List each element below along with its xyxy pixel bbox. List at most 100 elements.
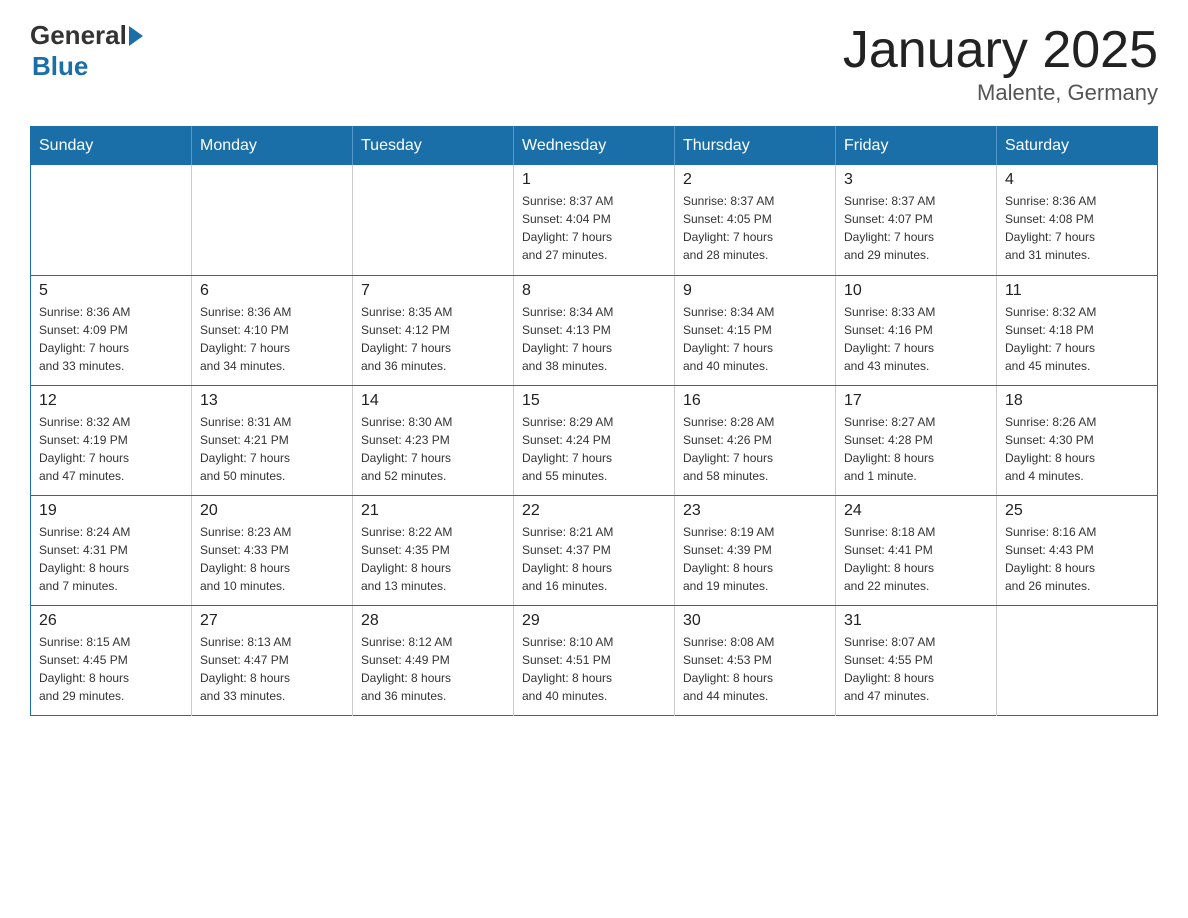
calendar-cell: 24Sunrise: 8:18 AM Sunset: 4:41 PM Dayli… (836, 495, 997, 605)
day-info: Sunrise: 8:37 AM Sunset: 4:07 PM Dayligh… (844, 192, 988, 264)
day-number: 31 (844, 612, 988, 630)
day-info: Sunrise: 8:21 AM Sunset: 4:37 PM Dayligh… (522, 523, 666, 595)
day-info: Sunrise: 8:36 AM Sunset: 4:08 PM Dayligh… (1005, 192, 1149, 264)
day-info: Sunrise: 8:07 AM Sunset: 4:55 PM Dayligh… (844, 633, 988, 705)
calendar-cell: 12 Sunrise: 8:32 AM Sunset: 4:19 PM Dayli… (31, 385, 192, 495)
title-block: January 2025 Malente, Germany (843, 20, 1158, 106)
day-info: Sunrise: 8:34 AM Sunset: 4:15 PM Dayligh… (683, 303, 827, 375)
calendar-cell: 31 Sunrise: 8:07 AM Sunset: 4:55 PM Dayli… (836, 605, 997, 715)
logo-blue-text: Blue (32, 51, 88, 82)
day-number: 18 (1005, 392, 1149, 410)
day-number: 20 (200, 502, 344, 520)
calendar-cell: 7 Sunrise: 8:35 AM Sunset: 4:12 PM Daylig… (353, 275, 514, 385)
weekday-header-row: SundayMondayTuesdayWednesdayThursdayFrid… (31, 127, 1158, 166)
day-number: 2 (683, 171, 827, 189)
weekday-header-saturday: Saturday (997, 127, 1158, 166)
calendar-cell: 8 Sunrise: 8:34 AM Sunset: 4:13 PM Daylig… (514, 275, 675, 385)
day-number: 17 (844, 392, 988, 410)
day-info: Sunrise: 8:34 AM Sunset: 4:13 PM Dayligh… (522, 303, 666, 375)
calendar-cell: 22Sunrise: 8:21 AM Sunset: 4:37 PM Dayli… (514, 495, 675, 605)
day-info: Sunrise: 8:26 AM Sunset: 4:30 PM Dayligh… (1005, 413, 1149, 485)
day-number: 7 (361, 282, 505, 300)
day-info: Sunrise: 8:37 AM Sunset: 4:04 PM Dayligh… (522, 192, 666, 264)
day-info: Sunrise: 8:15 AM Sunset: 4:45 PM Dayligh… (39, 633, 183, 705)
day-number: 10 (844, 282, 988, 300)
calendar-cell: 21 Sunrise: 8:22 AM Sunset: 4:35 PM Dayli… (353, 495, 514, 605)
weekday-header-thursday: Thursday (675, 127, 836, 166)
day-info: Sunrise: 8:29 AM Sunset: 4:24 PM Dayligh… (522, 413, 666, 485)
day-number: 13 (200, 392, 344, 410)
logo-general-text: General (30, 20, 127, 51)
day-number: 4 (1005, 171, 1149, 189)
weekday-header-friday: Friday (836, 127, 997, 166)
day-info: Sunrise: 8:22 AM Sunset: 4:35 PM Dayligh… (361, 523, 505, 595)
day-info: Sunrise: 8:23 AM Sunset: 4:33 PM Dayligh… (200, 523, 344, 595)
day-number: 15 (522, 392, 666, 410)
calendar-cell: 27Sunrise: 8:13 AM Sunset: 4:47 PM Dayli… (192, 605, 353, 715)
day-number: 24 (844, 502, 988, 520)
logo: General Blue (30, 20, 143, 82)
day-info: Sunrise: 8:08 AM Sunset: 4:53 PM Dayligh… (683, 633, 827, 705)
week-row-2: 5 Sunrise: 8:36 AM Sunset: 4:09 PM Daylig… (31, 275, 1158, 385)
calendar-cell: 6 Sunrise: 8:36 AM Sunset: 4:10 PM Daylig… (192, 275, 353, 385)
day-number: 30 (683, 612, 827, 630)
calendar-cell (997, 605, 1158, 715)
calendar-cell (192, 165, 353, 275)
calendar-subtitle: Malente, Germany (843, 80, 1158, 106)
calendar-cell: 10 Sunrise: 8:33 AM Sunset: 4:16 PM Dayli… (836, 275, 997, 385)
calendar-cell: 4 Sunrise: 8:36 AM Sunset: 4:08 PM Daylig… (997, 165, 1158, 275)
weekday-header-monday: Monday (192, 127, 353, 166)
calendar-cell: 15 Sunrise: 8:29 AM Sunset: 4:24 PM Dayli… (514, 385, 675, 495)
calendar-cell: 30 Sunrise: 8:08 AM Sunset: 4:53 PM Dayli… (675, 605, 836, 715)
day-info: Sunrise: 8:36 AM Sunset: 4:09 PM Dayligh… (39, 303, 183, 375)
day-number: 12 (39, 392, 183, 410)
day-info: Sunrise: 8:35 AM Sunset: 4:12 PM Dayligh… (361, 303, 505, 375)
day-info: Sunrise: 8:12 AM Sunset: 4:49 PM Dayligh… (361, 633, 505, 705)
weekday-header-wednesday: Wednesday (514, 127, 675, 166)
calendar-cell: 20 Sunrise: 8:23 AM Sunset: 4:33 PM Dayli… (192, 495, 353, 605)
day-number: 25 (1005, 502, 1149, 520)
day-info: Sunrise: 8:32 AM Sunset: 4:19 PM Dayligh… (39, 413, 183, 485)
day-number: 23 (683, 502, 827, 520)
day-info: Sunrise: 8:13 AM Sunset: 4:47 PM Dayligh… (200, 633, 344, 705)
day-info: Sunrise: 8:31 AM Sunset: 4:21 PM Dayligh… (200, 413, 344, 485)
calendar-cell: 9 Sunrise: 8:34 AM Sunset: 4:15 PM Daylig… (675, 275, 836, 385)
calendar-cell: 13 Sunrise: 8:31 AM Sunset: 4:21 PM Dayli… (192, 385, 353, 495)
calendar-cell: 29 Sunrise: 8:10 AM Sunset: 4:51 PM Dayli… (514, 605, 675, 715)
week-row-3: 12 Sunrise: 8:32 AM Sunset: 4:19 PM Dayli… (31, 385, 1158, 495)
day-info: Sunrise: 8:33 AM Sunset: 4:16 PM Dayligh… (844, 303, 988, 375)
day-number: 11 (1005, 282, 1149, 300)
day-number: 26 (39, 612, 183, 630)
day-info: Sunrise: 8:32 AM Sunset: 4:18 PM Dayligh… (1005, 303, 1149, 375)
day-info: Sunrise: 8:10 AM Sunset: 4:51 PM Dayligh… (522, 633, 666, 705)
day-info: Sunrise: 8:37 AM Sunset: 4:05 PM Dayligh… (683, 192, 827, 264)
weekday-header-sunday: Sunday (31, 127, 192, 166)
calendar-title: January 2025 (843, 20, 1158, 80)
weekday-header-tuesday: Tuesday (353, 127, 514, 166)
day-number: 6 (200, 282, 344, 300)
calendar-cell: 3 Sunrise: 8:37 AM Sunset: 4:07 PM Daylig… (836, 165, 997, 275)
week-row-4: 19Sunrise: 8:24 AM Sunset: 4:31 PM Dayli… (31, 495, 1158, 605)
day-number: 21 (361, 502, 505, 520)
day-number: 5 (39, 282, 183, 300)
day-number: 9 (683, 282, 827, 300)
day-info: Sunrise: 8:27 AM Sunset: 4:28 PM Dayligh… (844, 413, 988, 485)
day-number: 29 (522, 612, 666, 630)
calendar-cell (353, 165, 514, 275)
calendar-cell: 5 Sunrise: 8:36 AM Sunset: 4:09 PM Daylig… (31, 275, 192, 385)
calendar-cell: 2 Sunrise: 8:37 AM Sunset: 4:05 PM Daylig… (675, 165, 836, 275)
calendar-cell: 19Sunrise: 8:24 AM Sunset: 4:31 PM Dayli… (31, 495, 192, 605)
logo-arrow-icon (129, 26, 143, 46)
day-info: Sunrise: 8:28 AM Sunset: 4:26 PM Dayligh… (683, 413, 827, 485)
week-row-1: 1Sunrise: 8:37 AM Sunset: 4:04 PM Daylig… (31, 165, 1158, 275)
day-number: 16 (683, 392, 827, 410)
day-number: 19 (39, 502, 183, 520)
calendar-cell: 18 Sunrise: 8:26 AM Sunset: 4:30 PM Dayli… (997, 385, 1158, 495)
calendar-cell: 28Sunrise: 8:12 AM Sunset: 4:49 PM Dayli… (353, 605, 514, 715)
header: General Blue January 2025 Malente, Germa… (30, 20, 1158, 106)
day-info: Sunrise: 8:36 AM Sunset: 4:10 PM Dayligh… (200, 303, 344, 375)
calendar-cell: 23 Sunrise: 8:19 AM Sunset: 4:39 PM Dayli… (675, 495, 836, 605)
day-number: 3 (844, 171, 988, 189)
day-info: Sunrise: 8:19 AM Sunset: 4:39 PM Dayligh… (683, 523, 827, 595)
day-number: 8 (522, 282, 666, 300)
